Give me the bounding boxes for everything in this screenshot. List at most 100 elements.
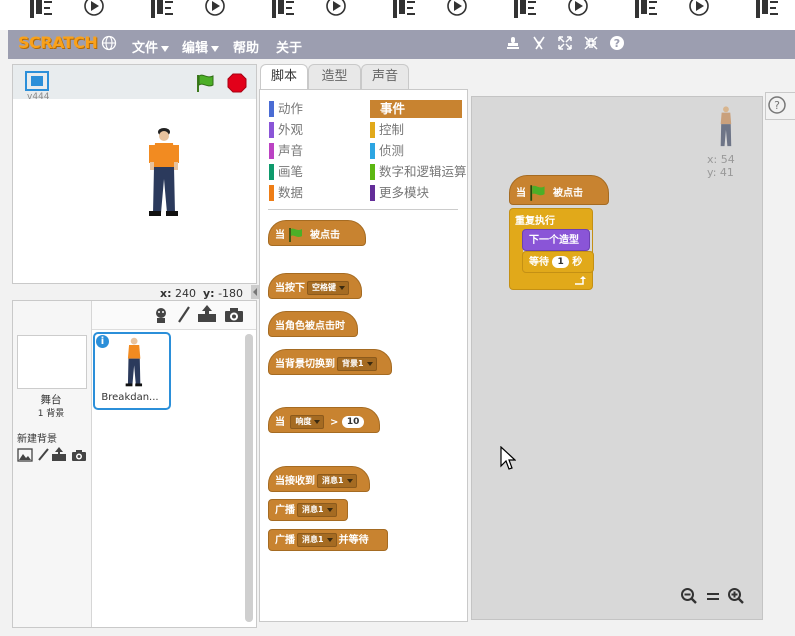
fullscreen-icon[interactable] (25, 71, 49, 94)
sound-and-play-icon (635, 0, 715, 23)
category-label: 数字和逻辑运算 (379, 164, 467, 179)
backdrop-count: 1 背景 (37, 409, 65, 419)
category-0-right[interactable]: 事件 (370, 100, 462, 118)
new-backdrop-label: 新建背景 (17, 434, 57, 445)
category-4-right[interactable]: 更多模块 (370, 184, 429, 202)
script-when-flag-clicked[interactable]: 当 被点击 (509, 175, 609, 205)
broadcast-wait-dropdown[interactable]: 消息1 (297, 533, 337, 547)
sound-and-play-icon (151, 0, 231, 23)
category-4-left[interactable]: 数据 (269, 184, 303, 202)
category-label: 数据 (278, 185, 304, 200)
sprite-thumbnail-image (122, 336, 144, 391)
category-1-right[interactable]: 控制 (370, 121, 404, 139)
backdrop-dropdown[interactable]: 背景1 (337, 357, 377, 371)
category-color-bar (370, 101, 375, 117)
category-color-bar (370, 164, 375, 180)
help-icon[interactable]: ? (608, 35, 626, 53)
category-label: 侦测 (379, 143, 405, 158)
block-when-key-pressed[interactable]: 当按下 空格键 (268, 273, 362, 299)
paint-sprite-icon[interactable] (176, 306, 192, 327)
menu-file[interactable]: 文件 (132, 37, 170, 56)
menu-help[interactable]: 帮助 (233, 37, 259, 56)
category-color-bar (269, 101, 274, 117)
category-color-bar (370, 143, 375, 159)
block-when-backdrop-switches[interactable]: 当背景切换到 背景1 (268, 349, 392, 375)
block-when-i-receive[interactable]: 当接收到 消息1 (268, 466, 370, 492)
block-broadcast[interactable]: 广播 消息1 (268, 499, 348, 521)
shrink-icon[interactable] (582, 35, 600, 53)
stage-label: 舞台 (40, 394, 62, 406)
info-icon[interactable]: i (96, 335, 109, 348)
sprite-position-readout: x: 54 y: 41 (707, 153, 735, 179)
paint-backdrop-icon[interactable] (17, 448, 33, 465)
svg-text:?: ? (774, 99, 780, 112)
category-label: 动作 (278, 101, 304, 116)
tab-scripts[interactable]: 脚本 (260, 64, 308, 90)
threshold-input[interactable]: 10 (341, 416, 365, 428)
mouse-cursor-icon (500, 445, 517, 475)
sensor-dropdown[interactable]: 响度 (290, 415, 325, 429)
wait-seconds-input[interactable]: 1 (552, 256, 569, 268)
category-0-left[interactable]: 动作 (269, 100, 303, 118)
message-dropdown[interactable]: 消息1 (317, 474, 357, 488)
category-label: 控制 (379, 122, 405, 137)
green-flag-icon[interactable] (195, 73, 217, 96)
loop-arrow-icon (574, 275, 586, 289)
category-color-bar (370, 122, 375, 138)
brush-icon[interactable] (36, 448, 50, 465)
tab-sounds[interactable]: 声音 (361, 64, 409, 89)
sprite-pane: 舞台 1 背景 新建背景 i Breakdan... (12, 300, 257, 628)
globe-icon[interactable] (100, 35, 118, 53)
zoom-out-icon[interactable] (680, 587, 698, 608)
sound-and-play-icon (393, 0, 473, 23)
category-2-left[interactable]: 声音 (269, 142, 303, 160)
scratch-logo[interactable]: SCRATCH (18, 33, 98, 52)
grow-icon[interactable] (556, 35, 574, 53)
collapse-stage-handle[interactable] (251, 285, 259, 299)
zoom-reset-icon[interactable] (705, 587, 721, 608)
key-dropdown[interactable]: 空格键 (307, 281, 349, 295)
category-divider (268, 209, 458, 210)
zoom-in-icon[interactable] (727, 587, 745, 608)
block-when-sprite-clicked[interactable]: 当角色被点击时 (268, 311, 358, 337)
category-label: 事件 (380, 101, 406, 116)
stage[interactable]: v444 (12, 64, 257, 284)
category-label: 声音 (278, 143, 304, 158)
block-palette: 动作外观声音画笔数据 事件控制侦测数字和逻辑运算更多模块 当 被点击 当按下 空格… (259, 89, 468, 622)
upload-sprite-icon[interactable] (197, 305, 217, 326)
menu-about[interactable]: 关于 (276, 37, 302, 56)
wait-block[interactable]: 等待 1 秒 (522, 251, 594, 273)
category-color-bar (269, 164, 274, 180)
category-1-left[interactable]: 外观 (269, 121, 303, 139)
block-when-flag-clicked[interactable]: 当 被点击 (268, 220, 366, 246)
block-broadcast-and-wait[interactable]: 广播 消息1 并等待 (268, 529, 388, 551)
sound-and-play-icon (272, 0, 352, 23)
category-color-bar (269, 122, 274, 138)
stage-thumbnail[interactable] (17, 335, 87, 389)
broadcast-dropdown[interactable]: 消息1 (297, 503, 337, 517)
menu-bar: SCRATCH 文件 编辑 帮助 关于 ? (8, 30, 795, 59)
tab-costumes[interactable]: 造型 (308, 64, 361, 89)
cut-icon[interactable] (530, 35, 548, 53)
camera-sprite-icon[interactable] (224, 307, 244, 326)
scripts-area[interactable]: x: 54 y: 41 当 被点击 重复执行 下一个造型 等待 1 秒 (471, 96, 763, 620)
stage-thumbnail-column: 舞台 1 背景 新建背景 (13, 301, 92, 627)
sprite-list-scrollbar[interactable] (245, 334, 253, 622)
block-when-loudness-greater[interactable]: 当 响度 > 10 (268, 407, 380, 433)
upload-backdrop-icon[interactable] (51, 447, 67, 465)
category-color-bar (370, 185, 375, 201)
category-3-right[interactable]: 数字和逻辑运算 (370, 163, 467, 181)
stamp-icon[interactable] (504, 35, 522, 53)
category-3-left[interactable]: 画笔 (269, 163, 303, 181)
sprite-thumbnail[interactable]: i Breakdan... (93, 332, 171, 410)
sound-and-play-icon (30, 0, 110, 23)
sprite-on-stage[interactable] (144, 127, 180, 222)
next-costume-block[interactable]: 下一个造型 (522, 229, 590, 251)
tips-button[interactable]: ? (765, 92, 795, 120)
menu-edit[interactable]: 编辑 (182, 37, 220, 56)
sprite-library-icon[interactable] (152, 306, 170, 327)
category-2-right[interactable]: 侦测 (370, 142, 404, 160)
stop-icon[interactable] (227, 73, 247, 96)
media-strip (0, 0, 795, 30)
camera-backdrop-icon[interactable] (71, 449, 87, 465)
